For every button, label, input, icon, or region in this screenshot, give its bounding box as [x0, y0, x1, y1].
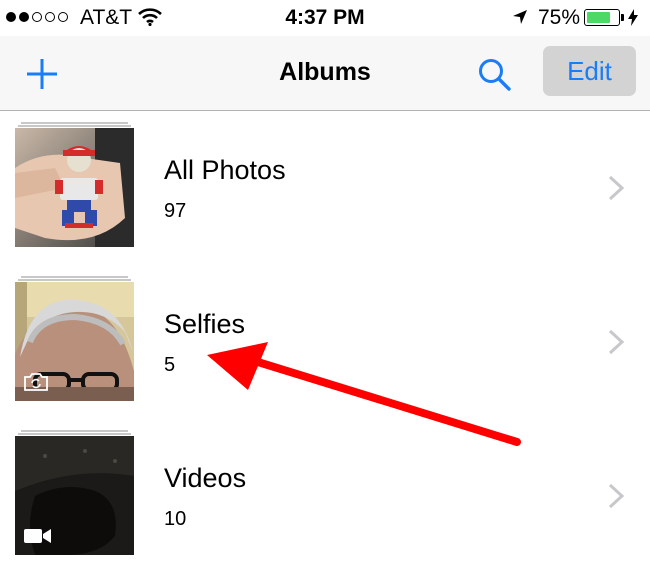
album-name: All Photos [164, 155, 286, 185]
album-name: Videos [164, 463, 247, 493]
album-row-videos[interactable]: Videos 10 [0, 419, 650, 571]
battery-percentage: 75% [538, 6, 581, 29]
chevron-right-icon [608, 329, 625, 355]
album-row-selfies[interactable]: Selfies 5 [0, 265, 650, 417]
battery-level [587, 12, 610, 23]
album-stack-edge [18, 125, 131, 127]
album-stack-edge [21, 430, 128, 432]
add-album-button[interactable] [22, 54, 62, 94]
front-camera-icon [24, 373, 48, 391]
album-stack-edge [21, 122, 128, 124]
charging-bolt-icon [628, 9, 638, 26]
chevron-right-icon [608, 175, 625, 201]
album-count: 97 [164, 200, 187, 222]
album-name: Selfies [164, 309, 246, 339]
album-stack-edge [18, 279, 131, 281]
album-row-all-photos[interactable]: All Photos 97 [0, 111, 650, 263]
album-count: 10 [164, 508, 187, 530]
album-stack-edge [21, 276, 128, 278]
navigation-bar: Albums Edit [0, 36, 650, 111]
edit-button[interactable]: Edit [543, 46, 636, 96]
battery-icon [584, 9, 620, 26]
video-camera-icon [24, 529, 51, 543]
album-thumbnail [15, 128, 134, 247]
battery-tip [621, 14, 624, 21]
search-button[interactable] [474, 54, 514, 94]
location-arrow-icon [513, 10, 527, 24]
chevron-right-icon [608, 483, 625, 509]
album-stack-edge [18, 433, 131, 435]
status-bar: AT&T 4:37 PM 75% [0, 0, 650, 36]
album-count: 5 [164, 354, 176, 376]
